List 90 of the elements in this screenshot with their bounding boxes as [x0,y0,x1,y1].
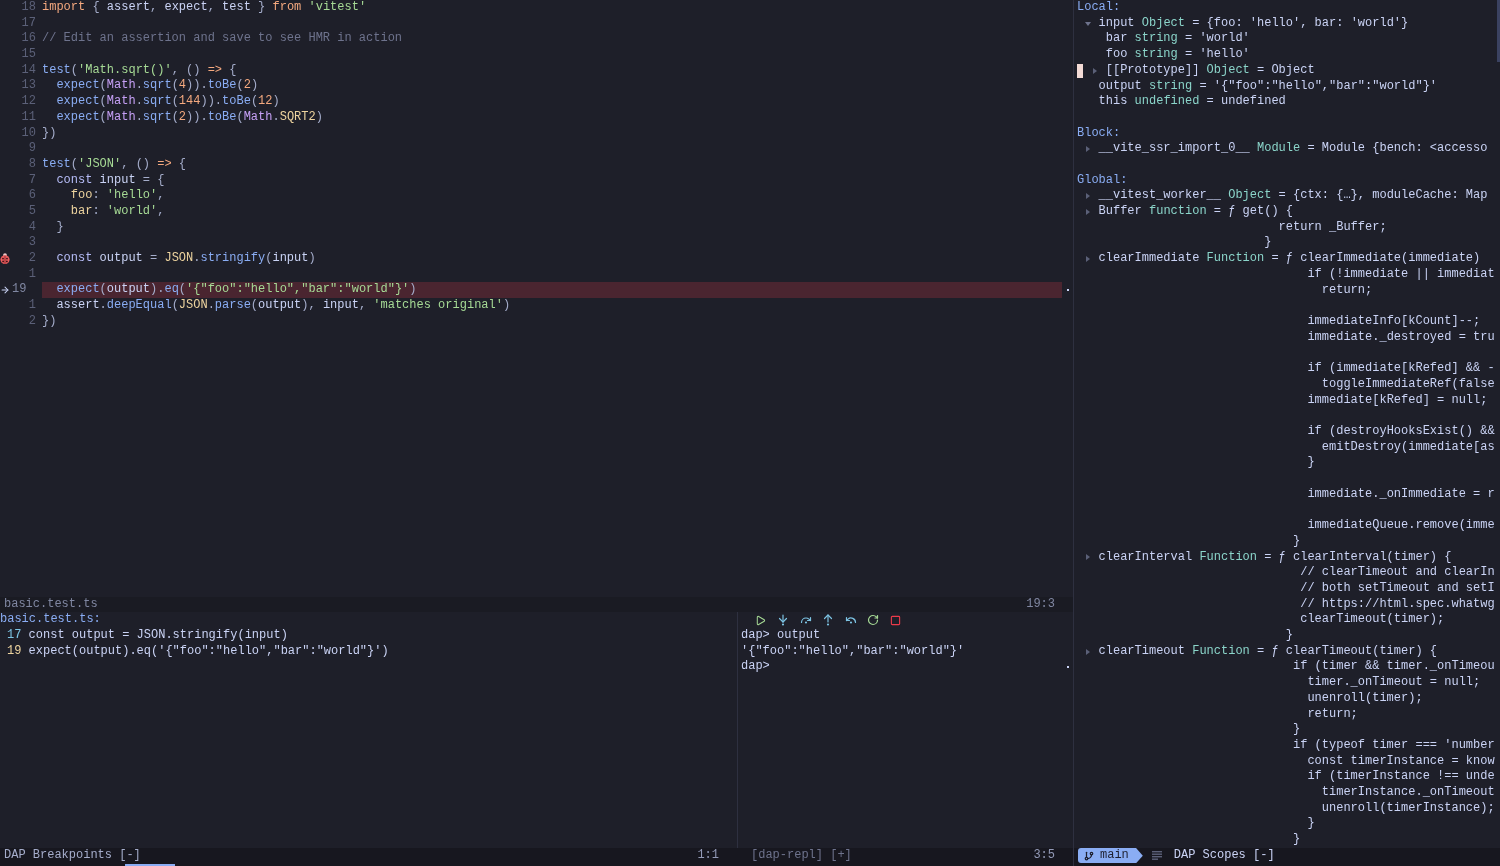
stop-button[interactable] [889,613,902,627]
variable-entry[interactable]: input Object = {foo: 'hello', bar: 'world'} [1098,15,1409,32]
focus-indicator [125,864,175,866]
line-number: 13 [21,78,36,93]
line-number: 15 [21,47,36,62]
code-line: expect(Math.sqrt(4)).toBe(2) [55,78,259,95]
line-number: 2 [28,313,36,328]
caret-right-icon[interactable] [1085,146,1090,153]
window-title: DAP Breakpoints [-] [4,847,141,864]
code-line: expect(output).eq('{"foo":"hello","bar":"world"}') [55,282,417,297]
code-line: expect(Math.sqrt(2)).toBe(Math.SQRT2) [55,109,323,126]
breakpoint-code[interactable]: expect(output).eq('{"foo":"hello","bar":"world"}') [28,643,389,660]
line-number: 11 [21,109,36,124]
line-number: 12 [21,94,36,109]
variable-entry[interactable]: __vitest_worker__ Object = {ctx: {…}, moduleCache: Map [1098,188,1488,205]
code-line: bar: 'world', [69,203,165,220]
variable-entry[interactable]: [[Prototype]] Object = Object [1105,62,1315,79]
caret-right-icon[interactable] [1092,67,1097,74]
line-number: 14 [21,62,36,77]
code-line: const output = JSON.stringify(input) [55,251,316,267]
line-number: 8 [28,156,36,171]
line-number: 5 [28,203,36,218]
line-number: 17 [21,15,36,30]
line-number: 4 [28,219,36,234]
step-out-button[interactable] [821,613,835,627]
code-line: }) [42,125,57,142]
caret-right-icon[interactable] [1085,193,1090,200]
variable-entry[interactable]: __vite_ssr_import_0__ Module = Module {bench: <accesso [1098,141,1488,157]
caret-right-icon[interactable] [1085,554,1090,561]
code-line: } [55,219,64,236]
line-number: 19 [12,282,27,297]
play-icon [755,614,766,626]
code-line: test('Math.sqrt()', () => { [42,62,237,79]
cursor-position: 19:3 [1026,596,1055,613]
restart-icon [867,614,879,627]
scrollbar-thumb [1066,666,1069,669]
caret-down-icon[interactable] [1084,21,1091,26]
code-line: // Edit an assertion and save to see HMR in action [42,31,403,48]
code-line: const input = { [55,172,165,189]
code-line: }) [42,313,57,330]
window-title: DAP Scopes [-] [1173,847,1275,864]
list-icon [1151,851,1162,861]
variable-entry[interactable]: clearTimeout Function = ƒ clearTimeout(timer) { if (timer && timer._onTimeou timer._onTimeout = null; unenroll(timer); return; } if (typeof timer === 'number const timerInstance = know if (timerInstance !== unde timerInstance._onTimeout unenroll(timerInstance); } } [1098,643,1495,848]
code-line: assert.deepEqual(JSON.parse(output), input, 'matches original') [55,298,511,314]
line-number: 1 [28,266,36,281]
breakpoint-file: basic.test.ts: [0,612,101,627]
line-number: 10 [21,125,36,140]
scope-header: Global: [1077,172,1128,187]
arrow-up-dot-icon [822,614,834,627]
caret-right-icon[interactable] [1085,256,1090,262]
breakpoint-code[interactable]: const output = JSON.stringify(input) [28,627,288,644]
code-line: foo: 'hello', [69,188,165,204]
arrow-right-icon [0,285,10,296]
scope-header: Local: [1077,0,1121,14]
line-number: 2 [28,251,36,265]
line-number: 18 [21,0,36,14]
code-line: expect(Math.sqrt(144)).toBe(12) [55,94,280,110]
continue-button[interactable] [754,613,767,627]
cursor-position: 1:1 [697,847,719,864]
window-title: [dap-repl] [+] [751,847,852,864]
scrollbar-thumb [1497,0,1500,62]
branch-name: main [1100,847,1129,864]
file-name: basic.test.ts [4,596,98,613]
cursor-position: 3:5 [1033,847,1055,864]
caret-right-icon[interactable] [1085,648,1090,655]
code-line: test('JSON', () => { [42,156,187,173]
variable-entry[interactable]: bar string = 'world' [1105,31,1250,48]
step-into-button[interactable] [776,613,790,627]
repl-line: '{"foo":"hello","bar":"world"}' [741,643,965,658]
line-number: 9 [28,141,36,156]
variable-entry[interactable]: output string = '{"foo":"hello","bar":"world"}' [1098,78,1438,95]
scrollbar-thumb [1066,289,1069,292]
variable-entry[interactable]: this undefined = undefined [1098,94,1286,110]
line-number: 1 [28,298,36,313]
repl-input-field[interactable]: dap> [741,659,1062,676]
caret-right-icon[interactable] [1085,208,1090,215]
restart-button[interactable] [866,613,880,627]
code-line: import { assert, expect, test } from 'vitest' [42,0,367,16]
scope-header: Block: [1077,125,1121,140]
stop-icon [890,614,901,626]
line-number: 7 [28,172,36,187]
variable-entry[interactable]: foo string = 'hello' [1105,47,1250,63]
breakpoint-line-number: 19 [7,643,22,660]
arrow-down-dot-icon [777,614,789,627]
repl-line: dap> output [741,627,821,642]
line-number: 6 [28,188,36,203]
breakpoint-line-number: 17 [7,627,22,644]
line-number: 3 [28,235,36,250]
branch-icon [1084,850,1094,861]
line-number: 16 [21,31,36,46]
